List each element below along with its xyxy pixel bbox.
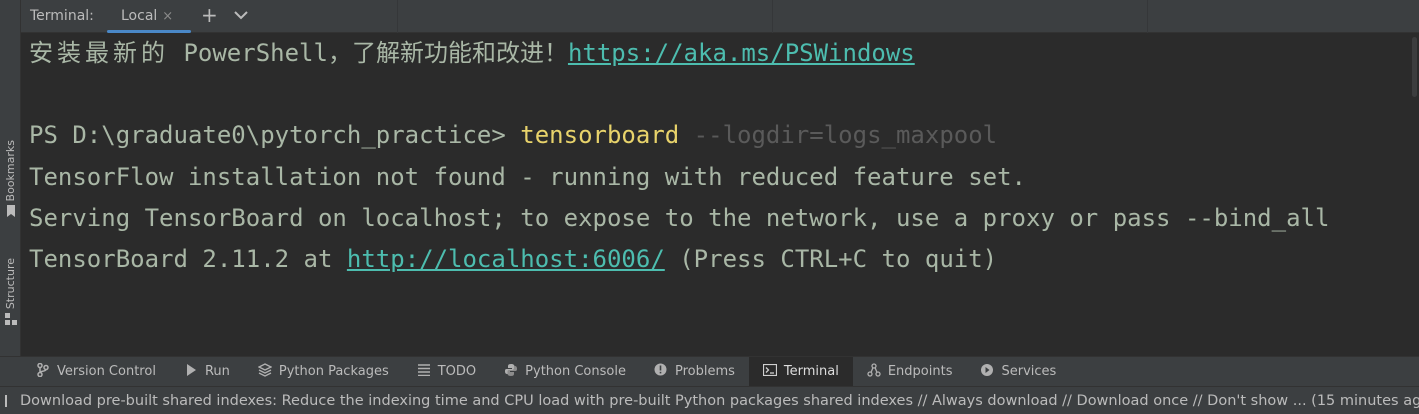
tab-local[interactable]: Local ×: [107, 0, 191, 33]
tensorboard-version: TensorBoard 2.11.2 at: [29, 245, 347, 273]
tool-label: Endpoints: [887, 364, 953, 379]
status-message[interactable]: Download pre-built shared indexes: Reduc…: [20, 393, 1419, 409]
tool-python-packages[interactable]: Python Packages: [244, 357, 403, 387]
shell-prompt: PS D:\graduate0\pytorch_practice>: [29, 121, 521, 149]
structure-label: Structure: [4, 258, 17, 310]
quit-hint: (Press CTRL+C to quit): [664, 245, 998, 273]
tool-services[interactable]: Services: [966, 357, 1070, 387]
endpoints-icon: [867, 362, 881, 381]
status-bar: Download pre-built shared indexes: Reduc…: [0, 386, 1419, 414]
chevron-down-icon[interactable]: [233, 7, 249, 23]
terminal-header: Terminal: Local × +: [21, 0, 1419, 33]
bookmarks-label: Bookmarks: [4, 140, 17, 202]
layers-icon: [257, 362, 273, 381]
tool-endpoints[interactable]: Endpoints: [853, 357, 967, 387]
branch-icon: [36, 362, 50, 381]
tool-label: Services: [1001, 364, 1057, 379]
play-icon: [184, 363, 198, 380]
header-divider: [1147, 0, 1148, 33]
tool-label: Run: [204, 364, 230, 379]
command-name: tensorboard: [520, 121, 680, 149]
powershell-notice-cjk: 安装最新的: [29, 39, 169, 67]
tool-label: Version Control: [57, 364, 156, 379]
scrollbar-thumb[interactable]: [1412, 37, 1417, 97]
serving-message: Serving TensorBoard on localhost; to exp…: [29, 204, 1330, 232]
tool-label: Python Console: [525, 364, 626, 379]
tool-python-console[interactable]: Python Console: [490, 357, 640, 387]
terminal-line: TensorFlow installation not found - runn…: [29, 157, 1026, 198]
tool-label: Problems: [674, 364, 735, 379]
tool-label: TODO: [437, 364, 477, 379]
tab-local-label: Local: [121, 8, 158, 24]
add-tab-icon[interactable]: +: [201, 3, 218, 27]
structure-tab[interactable]: Structure: [0, 258, 21, 327]
terminal-title: Terminal:: [30, 8, 94, 24]
layout-toggle-icon[interactable]: [5, 394, 7, 407]
close-icon[interactable]: ×: [162, 9, 173, 24]
structure-icon: [4, 313, 17, 327]
left-tool-stripe: Bookmarks Structure: [0, 0, 21, 356]
bookmarks-tab[interactable]: Bookmarks: [0, 140, 21, 219]
terminal-icon: [762, 363, 777, 380]
terminal-line: TensorBoard 2.11.2 at http://localhost:6…: [29, 239, 997, 280]
tensorflow-warning: TensorFlow installation not found - runn…: [29, 163, 1026, 191]
warning-icon: [654, 363, 668, 380]
terminal-scrollbar[interactable]: [1409, 33, 1419, 356]
header-divider: [772, 0, 773, 33]
services-icon: [980, 363, 994, 381]
localhost-link[interactable]: http://localhost:6006/: [347, 245, 665, 273]
pswindows-link[interactable]: https://aka.ms/PSWindows: [568, 39, 915, 67]
powershell-notice: PowerShell，了解新功能和改进！: [169, 39, 568, 67]
terminal-output[interactable]: 安装最新的 PowerShell，了解新功能和改进！https://aka.ms…: [21, 33, 1419, 356]
command-args: --logdir=logs_maxpool: [679, 121, 998, 149]
tool-version-control[interactable]: Version Control: [22, 357, 170, 387]
terminal-line: PS D:\graduate0\pytorch_practice> tensor…: [29, 115, 997, 156]
tool-window-bar: Version Control Run Python Packages TODO…: [0, 356, 1419, 387]
tool-label: Terminal: [783, 364, 839, 379]
python-icon: [504, 363, 518, 381]
bookmark-icon: [6, 205, 16, 219]
tool-run[interactable]: Run: [170, 357, 244, 387]
tool-terminal[interactable]: Terminal: [748, 356, 853, 387]
header-divider: [397, 0, 398, 33]
tool-todo[interactable]: TODO: [403, 357, 490, 387]
list-icon: [417, 363, 431, 380]
terminal-line: Serving TensorBoard on localhost; to exp…: [29, 198, 1329, 239]
tool-problems[interactable]: Problems: [640, 357, 749, 387]
terminal-line: 安装最新的 PowerShell，了解新功能和改进！https://aka.ms…: [29, 33, 915, 74]
tool-label: Python Packages: [278, 364, 389, 379]
